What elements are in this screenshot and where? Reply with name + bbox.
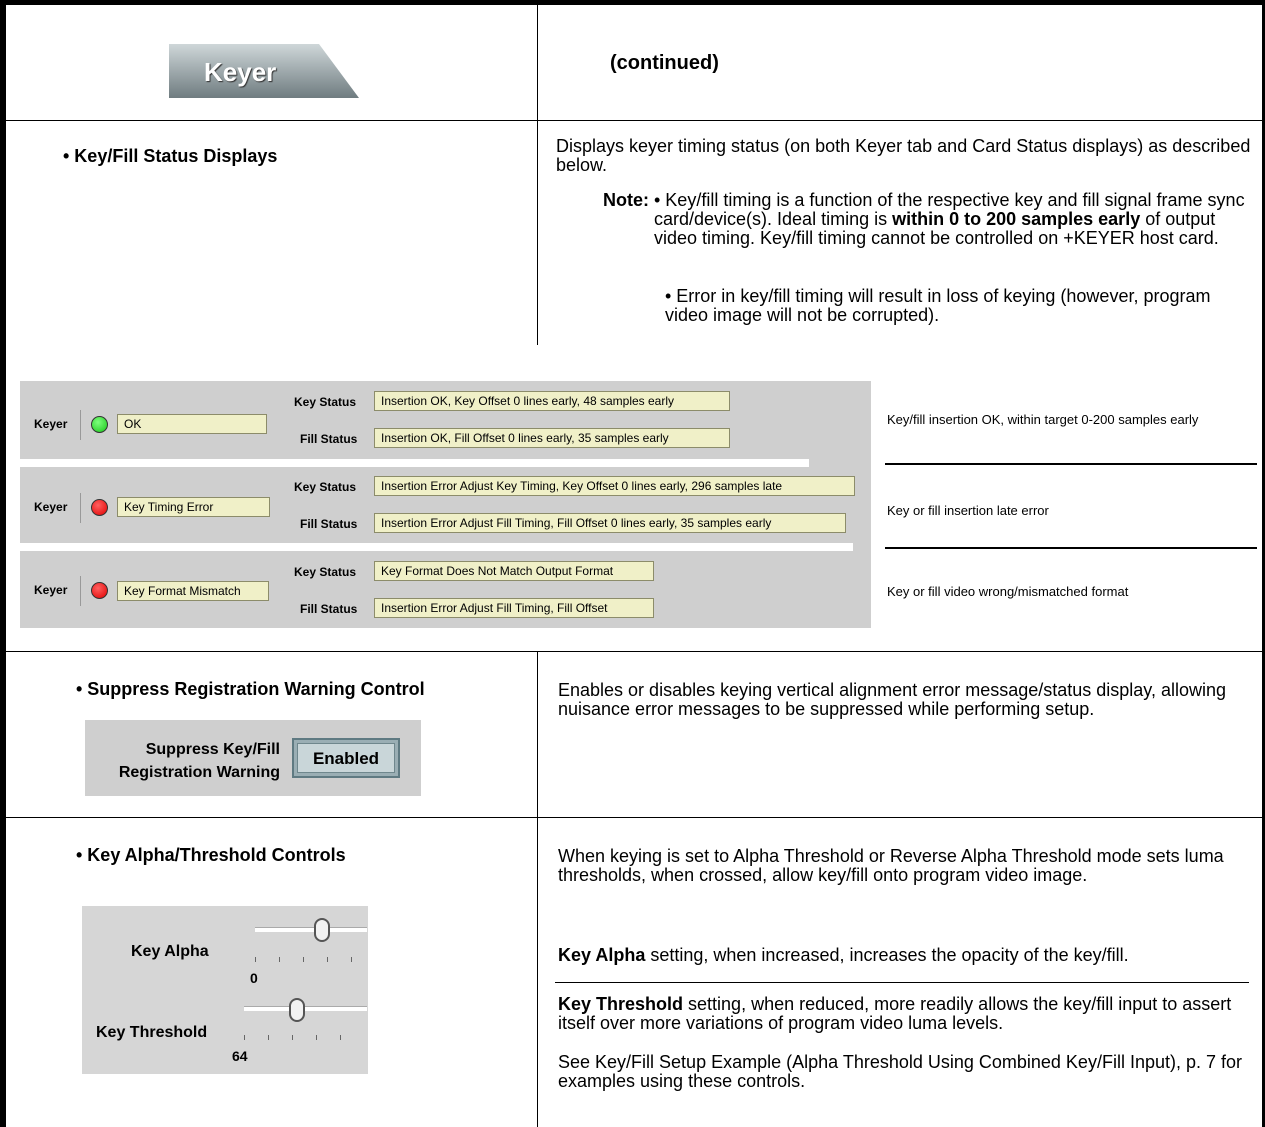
- note-1: • Key/fill timing is a function of the r…: [654, 191, 1254, 248]
- key-threshold-value: 64: [232, 1048, 248, 1064]
- divider: [80, 576, 81, 606]
- keyer-label: Keyer: [34, 583, 68, 597]
- key-threshold-label: Key Threshold: [96, 1024, 208, 1041]
- key-status-label: Key Status: [294, 395, 357, 409]
- continued-label: (continued): [610, 52, 719, 74]
- top-border: [0, 0, 1265, 5]
- key-alpha-text: setting, when increased, increases the o…: [645, 945, 1129, 965]
- slider-tick: [292, 1035, 293, 1040]
- keyer-label: Keyer: [34, 417, 68, 431]
- section-title: • Suppress Registration Warning Control: [76, 679, 425, 699]
- fill-status-field: Insertion Error Adjust Fill Timing, Fill…: [374, 598, 654, 618]
- suppress-label-line1: Suppress Key/Fill: [145, 741, 280, 758]
- slider-tick: [268, 1035, 269, 1040]
- fill-status-label: Fill Status: [300, 432, 358, 446]
- note-label: Note:: [603, 190, 649, 210]
- key-alpha-value: 0: [250, 970, 258, 986]
- divider: [80, 410, 81, 440]
- caption: Key or fill insertion late error: [887, 503, 1049, 518]
- enabled-button[interactable]: Enabled: [292, 738, 400, 778]
- status-led-green: [91, 416, 108, 433]
- caption: Key or fill video wrong/mismatched forma…: [887, 584, 1129, 599]
- fill-status-field: Insertion OK, Fill Offset 0 lines early,…: [374, 428, 730, 448]
- key-alpha-thumb[interactable]: [314, 918, 330, 942]
- panel-gap: [20, 459, 809, 467]
- note-2: • Error in key/fill timing will result i…: [665, 286, 1211, 325]
- tab-label: Keyer: [204, 57, 277, 87]
- key-alpha-track: [255, 927, 367, 932]
- section-description: Enables or disables keying vertical alig…: [558, 680, 1226, 719]
- left-border: [0, 0, 6, 1127]
- row-divider: [0, 817, 1265, 818]
- key-status-label: Key Status: [294, 565, 357, 579]
- note-1-bold: within 0 to 200 samples early: [892, 209, 1141, 229]
- key-status-label: Key Status: [294, 480, 357, 494]
- keyer-label: Keyer: [34, 500, 68, 514]
- key-alpha-term: Key Alpha: [558, 945, 646, 965]
- caption: Key/fill insertion OK, within target 0-2…: [887, 412, 1199, 427]
- status-led-red: [91, 499, 108, 516]
- state-field: Key Timing Error: [117, 497, 270, 517]
- slider-tick: [340, 1035, 341, 1040]
- fill-status-label: Fill Status: [300, 517, 358, 531]
- key-alpha-label: Key Alpha: [131, 943, 209, 960]
- slider-tick: [351, 957, 352, 962]
- key-alpha-description: Key Alpha setting, when increased, incre…: [558, 946, 1253, 965]
- fill-status-field: Insertion Error Adjust Fill Timing, Fill…: [374, 513, 846, 533]
- caption-divider: [885, 463, 1257, 465]
- section-title: • Key Alpha/Threshold Controls: [76, 845, 346, 865]
- state-field: OK: [117, 414, 267, 434]
- see-also-description: See Key/Fill Setup Example (Alpha Thresh…: [558, 1052, 1242, 1091]
- slider-tick: [316, 1035, 317, 1040]
- divider: [80, 493, 81, 523]
- status-led-red: [91, 582, 108, 599]
- key-status-field: Key Format Does Not Match Output Format: [374, 561, 654, 581]
- col-divider: [537, 652, 538, 1127]
- document-page: Keyer (continued) • Key/Fill Status Disp…: [0, 0, 1265, 1127]
- key-threshold-description: Key Threshold setting, when reduced, mor…: [558, 995, 1253, 1033]
- row-divider: [0, 651, 1265, 652]
- col-divider: [537, 5, 538, 345]
- keyer-tab: Keyer: [169, 44, 359, 98]
- slider-tick: [255, 957, 256, 962]
- enabled-button-label: Enabled: [312, 749, 380, 768]
- key-status-field: Insertion OK, Key Offset 0 lines early, …: [374, 391, 730, 411]
- key-status-field: Insertion Error Adjust Key Timing, Key O…: [374, 476, 855, 496]
- alpha-description: When keying is set to Alpha Threshold or…: [558, 846, 1224, 885]
- section-title: • Key/Fill Status Displays: [63, 146, 278, 166]
- panel-gap: [20, 543, 853, 551]
- key-threshold-term: Key Threshold: [558, 994, 684, 1014]
- slider-tick: [279, 957, 280, 962]
- key-threshold-track: [244, 1006, 367, 1011]
- suppress-label-line2: Registration Warning: [118, 764, 280, 781]
- row-divider: [0, 120, 1265, 121]
- section-description: Displays keyer timing status (on both Ke…: [556, 136, 1251, 175]
- description-divider: [555, 982, 1249, 983]
- key-threshold-thumb[interactable]: [289, 998, 305, 1022]
- state-field: Key Format Mismatch: [117, 581, 269, 601]
- fill-status-label: Fill Status: [300, 602, 358, 616]
- slider-tick: [303, 957, 304, 962]
- slider-tick: [327, 957, 328, 962]
- caption-divider: [885, 547, 1257, 549]
- slider-tick: [244, 1035, 245, 1040]
